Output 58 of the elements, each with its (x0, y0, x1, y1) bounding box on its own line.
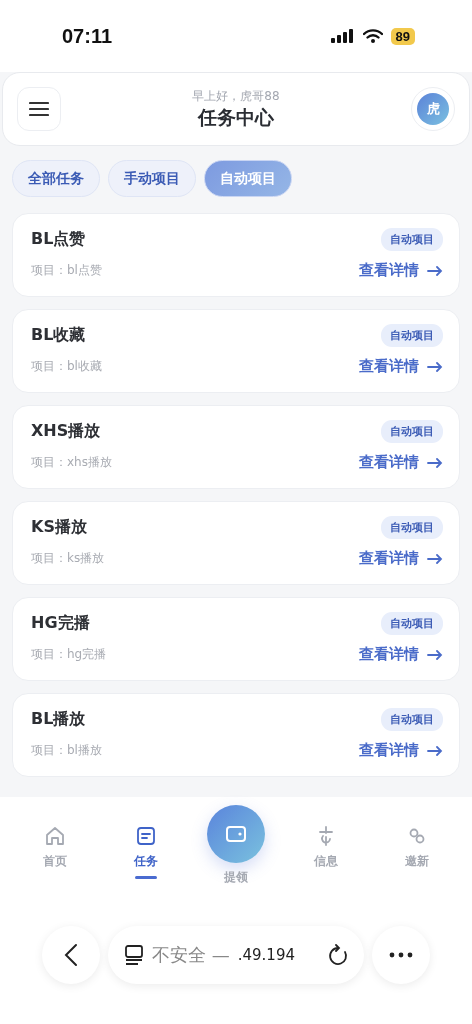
task-card[interactable]: KS播放 自动项目 项目：ks播放 查看详情 (12, 501, 460, 585)
task-name: BL播放 (31, 709, 86, 730)
status-time: 07:11 (62, 24, 113, 48)
menu-button[interactable] (17, 87, 61, 131)
task-card[interactable]: HG完播 自动项目 项目：hg完播 查看详情 (12, 597, 460, 681)
task-card[interactable]: XHS播放 自动项目 项目：xhs播放 查看详情 (12, 405, 460, 489)
task-name: BL收藏 (31, 325, 86, 346)
document-icon (134, 825, 157, 847)
details-link[interactable]: 查看详情 (359, 741, 443, 760)
task-name: KS播放 (31, 517, 87, 538)
nav-item[interactable]: 任务 (110, 797, 181, 879)
task-tag: 自动项目 (381, 420, 443, 443)
menu-icon (29, 101, 49, 117)
task-card[interactable]: BL播放 自动项目 项目：bl播放 查看详情 (12, 693, 460, 777)
task-name: XHS播放 (31, 421, 101, 442)
arrow-icon (427, 649, 443, 660)
task-tag: 自动项目 (381, 612, 443, 635)
more-icon (389, 951, 413, 958)
page-icon (124, 944, 144, 965)
task-name: HG完播 (31, 613, 90, 634)
project-text: 项目：hg完播 (31, 646, 107, 663)
details-link[interactable]: 查看详情 (359, 261, 443, 280)
filter-tab[interactable]: 手动项目 (108, 160, 196, 197)
page-title: 任务中心 (198, 104, 274, 130)
signal-icon (330, 29, 355, 43)
address-bar[interactable]: 不安全 — .49.194 (108, 925, 364, 984)
url-text: .49.194 (237, 945, 296, 964)
details-link[interactable]: 查看详情 (359, 357, 443, 376)
project-text: 项目：bl播放 (31, 742, 102, 759)
details-link[interactable]: 查看详情 (359, 645, 443, 664)
task-card[interactable]: BL点赞 自动项目 项目：bl点赞 查看详情 (12, 213, 460, 297)
wallet-icon (225, 826, 246, 842)
security-text: 不安全 — (152, 942, 230, 967)
project-text: 项目：xhs播放 (31, 454, 112, 471)
greeting-text: 早上好，虎哥88 (192, 87, 280, 105)
arrow-icon (427, 265, 443, 276)
filter-tab[interactable]: 全部任务 (12, 160, 100, 197)
task-tag: 自动项目 (381, 324, 443, 347)
wifi-icon (362, 29, 383, 43)
battery-level: 89 (390, 27, 415, 45)
back-icon (64, 942, 78, 967)
project-text: 项目：bl收藏 (31, 358, 102, 375)
arrow-icon (427, 361, 443, 372)
task-tag: 自动项目 (381, 228, 443, 251)
avatar[interactable]: 虎 (417, 93, 449, 125)
project-text: 项目：ks播放 (31, 550, 105, 567)
task-name: BL点赞 (31, 229, 86, 250)
task-card[interactable]: BL收藏 自动项目 项目：bl收藏 查看详情 (12, 309, 460, 393)
task-tag: 自动项目 (381, 516, 443, 539)
details-link[interactable]: 查看详情 (359, 549, 443, 568)
task-tag: 自动项目 (381, 708, 443, 731)
details-link[interactable]: 查看详情 (359, 453, 443, 472)
reload-icon[interactable] (328, 943, 348, 966)
arrow-icon (427, 457, 443, 468)
home-icon (44, 825, 67, 847)
arrow-icon (427, 745, 443, 756)
arrow-icon (427, 553, 443, 564)
project-text: 项目：bl点赞 (31, 262, 102, 279)
